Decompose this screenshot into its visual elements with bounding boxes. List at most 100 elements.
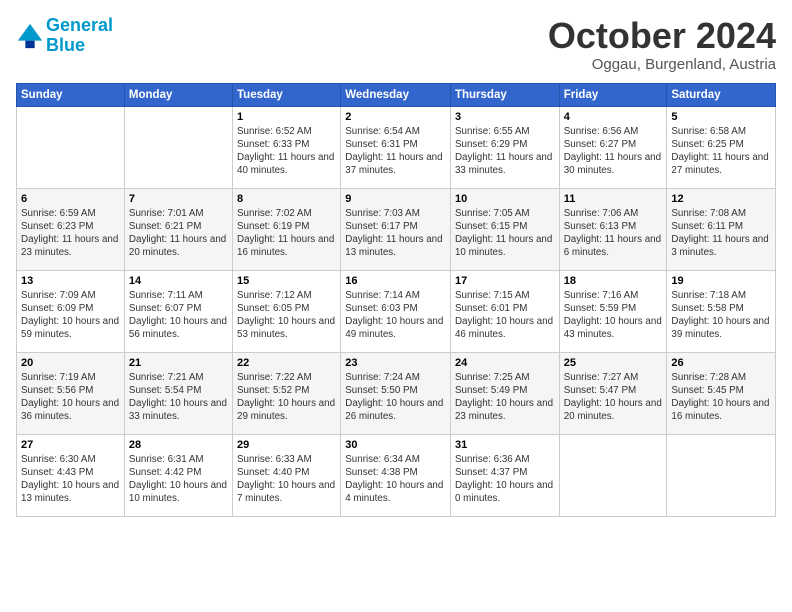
day-number: 4 bbox=[564, 111, 663, 123]
day-info: Sunrise: 7:09 AMSunset: 6:09 PMDaylight:… bbox=[21, 289, 120, 342]
page: General Blue October 2024 Oggau, Burgenl… bbox=[0, 0, 792, 612]
calendar-cell: 27 Sunrise: 6:30 AMSunset: 4:43 PMDayligh… bbox=[17, 434, 125, 516]
day-info: Sunrise: 7:12 AMSunset: 6:05 PMDaylight:… bbox=[237, 289, 336, 342]
day-number: 26 bbox=[671, 357, 771, 369]
day-number: 27 bbox=[21, 439, 120, 451]
day-info: Sunrise: 7:08 AMSunset: 6:11 PMDaylight:… bbox=[671, 207, 771, 260]
day-number: 3 bbox=[455, 111, 555, 123]
calendar-cell bbox=[667, 434, 776, 516]
day-number: 10 bbox=[455, 193, 555, 205]
day-number: 6 bbox=[21, 193, 120, 205]
day-info: Sunrise: 6:36 AMSunset: 4:37 PMDaylight:… bbox=[455, 453, 555, 506]
day-info: Sunrise: 6:56 AMSunset: 6:27 PMDaylight:… bbox=[564, 125, 663, 178]
calendar-cell: 16 Sunrise: 7:14 AMSunset: 6:03 PMDayligh… bbox=[341, 270, 451, 352]
calendar-cell: 20 Sunrise: 7:19 AMSunset: 5:56 PMDayligh… bbox=[17, 352, 125, 434]
day-number: 12 bbox=[671, 193, 771, 205]
calendar-cell: 8Sunrise: 7:02 AMSunset: 6:19 PMDaylight… bbox=[233, 188, 341, 270]
weekday-header-sunday: Sunday bbox=[17, 83, 125, 106]
day-number: 18 bbox=[564, 275, 663, 287]
weekday-header-saturday: Saturday bbox=[667, 83, 776, 106]
day-number: 20 bbox=[21, 357, 120, 369]
day-info: Sunrise: 7:11 AMSunset: 6:07 PMDaylight:… bbox=[129, 289, 228, 342]
calendar-cell: 7 Sunrise: 7:01 AMSunset: 6:21 PMDaylight… bbox=[124, 188, 232, 270]
day-info: Sunrise: 6:54 AMSunset: 6:31 PMDaylight:… bbox=[345, 125, 446, 178]
week-row-5: 27 Sunrise: 6:30 AMSunset: 4:43 PMDayligh… bbox=[17, 434, 776, 516]
day-number: 2 bbox=[345, 111, 446, 123]
day-info: Sunrise: 7:15 AMSunset: 6:01 PMDaylight:… bbox=[455, 289, 555, 342]
day-number: 7 bbox=[129, 193, 228, 205]
week-row-4: 20 Sunrise: 7:19 AMSunset: 5:56 PMDayligh… bbox=[17, 352, 776, 434]
day-info: Sunrise: 7:02 AMSunset: 6:19 PMDaylight:… bbox=[237, 207, 336, 260]
day-info: Sunrise: 6:58 AMSunset: 6:25 PMDaylight:… bbox=[671, 125, 771, 178]
calendar-table: SundayMondayTuesdayWednesdayThursdayFrid… bbox=[16, 83, 776, 517]
logo-line1: General bbox=[46, 15, 113, 35]
calendar-cell: 26Sunrise: 7:28 AMSunset: 5:45 PMDayligh… bbox=[667, 352, 776, 434]
location-title: Oggau, Burgenland, Austria bbox=[548, 56, 776, 73]
calendar-cell: 14Sunrise: 7:11 AMSunset: 6:07 PMDayligh… bbox=[124, 270, 232, 352]
day-info: Sunrise: 7:27 AMSunset: 5:47 PMDaylight:… bbox=[564, 371, 663, 424]
day-number: 22 bbox=[237, 357, 336, 369]
calendar-cell: 21Sunrise: 7:21 AMSunset: 5:54 PMDayligh… bbox=[124, 352, 232, 434]
day-number: 25 bbox=[564, 357, 663, 369]
calendar-body: 1 Sunrise: 6:52 AMSunset: 6:33 PMDaylight… bbox=[17, 106, 776, 516]
day-number: 29 bbox=[237, 439, 336, 451]
day-number: 17 bbox=[455, 275, 555, 287]
day-number: 31 bbox=[455, 439, 555, 451]
calendar-cell: 9Sunrise: 7:03 AMSunset: 6:17 PMDaylight… bbox=[341, 188, 451, 270]
weekday-header-monday: Monday bbox=[124, 83, 232, 106]
day-number: 21 bbox=[129, 357, 228, 369]
day-number: 19 bbox=[671, 275, 771, 287]
day-number: 24 bbox=[455, 357, 555, 369]
calendar-cell: 2 Sunrise: 6:54 AMSunset: 6:31 PMDaylight… bbox=[341, 106, 451, 188]
day-info: Sunrise: 6:34 AMSunset: 4:38 PMDaylight:… bbox=[345, 453, 446, 506]
day-number: 16 bbox=[345, 275, 446, 287]
calendar-cell: 6Sunrise: 6:59 AMSunset: 6:23 PMDaylight… bbox=[17, 188, 125, 270]
day-info: Sunrise: 7:14 AMSunset: 6:03 PMDaylight:… bbox=[345, 289, 446, 342]
day-info: Sunrise: 6:31 AMSunset: 4:42 PMDaylight:… bbox=[129, 453, 228, 506]
weekday-header-friday: Friday bbox=[559, 83, 667, 106]
calendar-cell: 22 Sunrise: 7:22 AMSunset: 5:52 PMDayligh… bbox=[233, 352, 341, 434]
calendar-cell: 3 Sunrise: 6:55 AMSunset: 6:29 PMDaylight… bbox=[450, 106, 559, 188]
day-info: Sunrise: 7:16 AMSunset: 5:59 PMDaylight:… bbox=[564, 289, 663, 342]
day-number: 15 bbox=[237, 275, 336, 287]
day-number: 23 bbox=[345, 357, 446, 369]
month-title: October 2024 bbox=[548, 16, 776, 56]
week-row-1: 1 Sunrise: 6:52 AMSunset: 6:33 PMDaylight… bbox=[17, 106, 776, 188]
calendar-cell: 10 Sunrise: 7:05 AMSunset: 6:15 PMDayligh… bbox=[450, 188, 559, 270]
day-info: Sunrise: 7:22 AMSunset: 5:52 PMDaylight:… bbox=[237, 371, 336, 424]
day-info: Sunrise: 6:33 AMSunset: 4:40 PMDaylight:… bbox=[237, 453, 336, 506]
calendar-cell: 11Sunrise: 7:06 AMSunset: 6:13 PMDayligh… bbox=[559, 188, 667, 270]
weekday-header-wednesday: Wednesday bbox=[341, 83, 451, 106]
day-number: 1 bbox=[237, 111, 336, 123]
calendar-cell: 19Sunrise: 7:18 AMSunset: 5:58 PMDayligh… bbox=[667, 270, 776, 352]
calendar-cell: 30 Sunrise: 6:34 AMSunset: 4:38 PMDayligh… bbox=[341, 434, 451, 516]
day-number: 13 bbox=[21, 275, 120, 287]
calendar-cell: 12 Sunrise: 7:08 AMSunset: 6:11 PMDayligh… bbox=[667, 188, 776, 270]
day-info: Sunrise: 7:01 AMSunset: 6:21 PMDaylight:… bbox=[129, 207, 228, 260]
calendar-cell: 5Sunrise: 6:58 AMSunset: 6:25 PMDaylight… bbox=[667, 106, 776, 188]
calendar-cell: 24 Sunrise: 7:25 AMSunset: 5:49 PMDayligh… bbox=[450, 352, 559, 434]
calendar-cell: 4 Sunrise: 6:56 AMSunset: 6:27 PMDaylight… bbox=[559, 106, 667, 188]
weekday-header-row: SundayMondayTuesdayWednesdayThursdayFrid… bbox=[17, 83, 776, 106]
title-block: October 2024 Oggau, Burgenland, Austria bbox=[548, 16, 776, 73]
day-number: 30 bbox=[345, 439, 446, 451]
logo-text: General Blue bbox=[46, 16, 113, 56]
day-info: Sunrise: 7:24 AMSunset: 5:50 PMDaylight:… bbox=[345, 371, 446, 424]
day-info: Sunrise: 7:05 AMSunset: 6:15 PMDaylight:… bbox=[455, 207, 555, 260]
day-info: Sunrise: 7:06 AMSunset: 6:13 PMDaylight:… bbox=[564, 207, 663, 260]
logo-line2: Blue bbox=[46, 35, 85, 55]
day-number: 28 bbox=[129, 439, 228, 451]
day-info: Sunrise: 7:19 AMSunset: 5:56 PMDaylight:… bbox=[21, 371, 120, 424]
day-info: Sunrise: 6:30 AMSunset: 4:43 PMDaylight:… bbox=[21, 453, 120, 506]
calendar-cell bbox=[17, 106, 125, 188]
calendar-cell: 29 Sunrise: 6:33 AMSunset: 4:40 PMDayligh… bbox=[233, 434, 341, 516]
logo: General Blue bbox=[16, 16, 113, 56]
week-row-3: 13 Sunrise: 7:09 AMSunset: 6:09 PMDayligh… bbox=[17, 270, 776, 352]
calendar-cell: 25 Sunrise: 7:27 AMSunset: 5:47 PMDayligh… bbox=[559, 352, 667, 434]
day-info: Sunrise: 6:55 AMSunset: 6:29 PMDaylight:… bbox=[455, 125, 555, 178]
calendar-cell: 1 Sunrise: 6:52 AMSunset: 6:33 PMDaylight… bbox=[233, 106, 341, 188]
calendar-cell: 31 Sunrise: 6:36 AMSunset: 4:37 PMDayligh… bbox=[450, 434, 559, 516]
calendar-cell: 18 Sunrise: 7:16 AMSunset: 5:59 PMDayligh… bbox=[559, 270, 667, 352]
day-info: Sunrise: 7:25 AMSunset: 5:49 PMDaylight:… bbox=[455, 371, 555, 424]
day-info: Sunrise: 6:52 AMSunset: 6:33 PMDaylight:… bbox=[237, 125, 336, 178]
